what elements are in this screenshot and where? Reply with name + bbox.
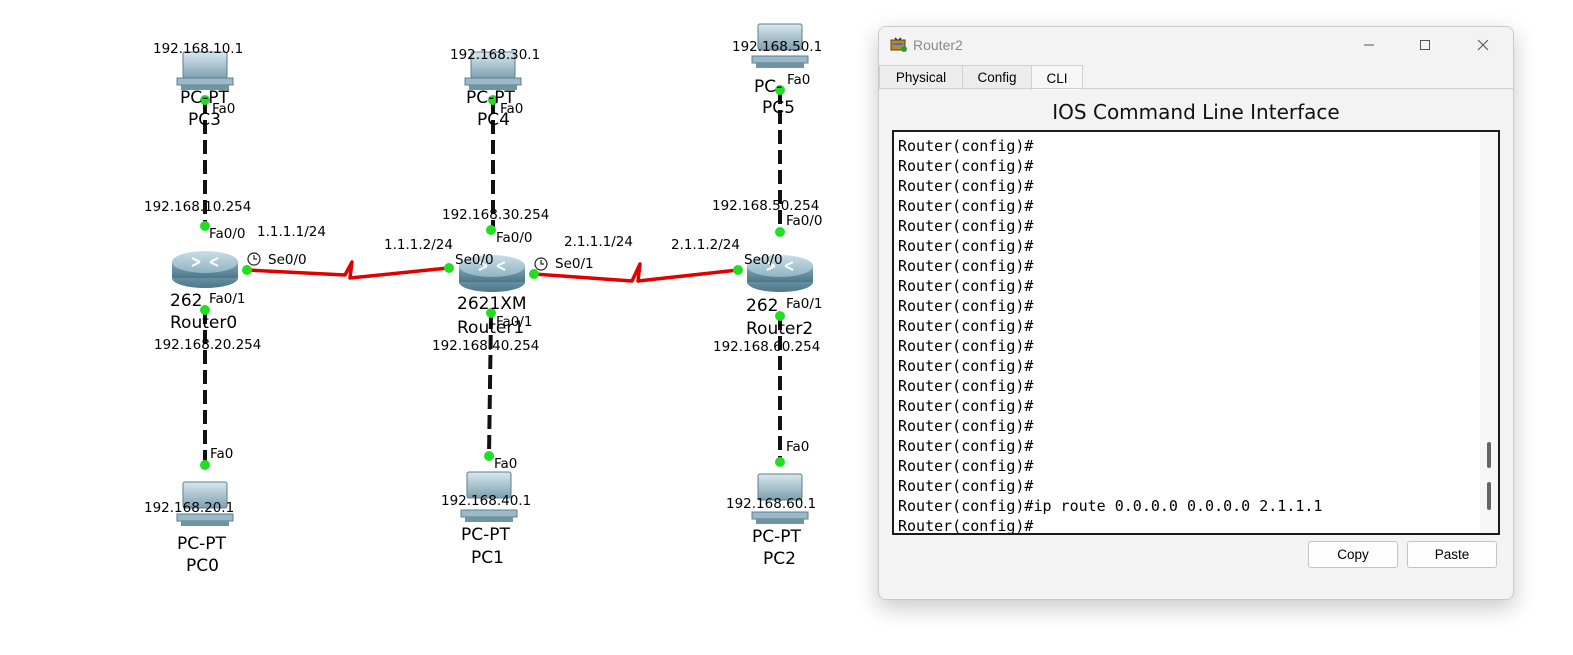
router1-gateway-bottom-label: 192.168.40.254 bbox=[432, 338, 540, 354]
tab-physical[interactable]: Physical bbox=[879, 65, 963, 89]
port-up-indicator bbox=[484, 451, 494, 461]
scrollbar-thumb[interactable] bbox=[1487, 482, 1491, 510]
pc0-type-label: PC-PT bbox=[177, 534, 226, 554]
pc0-name-label: PC0 bbox=[186, 556, 219, 576]
port-label: Fa0 bbox=[500, 101, 524, 117]
tab-divider bbox=[879, 88, 1513, 89]
topology-canvas[interactable]: 192.168.10.1 192.168.30.1 192.168.50.1 1… bbox=[0, 0, 870, 655]
router1-gateway-top-label: 192.168.30.254 bbox=[442, 207, 550, 223]
port-up-indicator bbox=[775, 457, 785, 467]
pc1-ip-label: 192.168.40.1 bbox=[441, 493, 532, 509]
close-button[interactable] bbox=[1460, 27, 1506, 63]
router1-serial-right-ip-label: 2.1.1.1/24 bbox=[564, 234, 633, 250]
port-label: Se0/0 bbox=[744, 252, 783, 268]
maximize-button[interactable] bbox=[1402, 27, 1448, 63]
pc4-ip-label: 192.168.30.1 bbox=[450, 47, 541, 63]
title-bar[interactable]: Router2 bbox=[879, 27, 1513, 63]
tab-config[interactable]: Config bbox=[962, 65, 1032, 89]
router2-serial-ip-label: 2.1.1.2/24 bbox=[671, 237, 740, 253]
pc0-ip-label: 192.168.20.1 bbox=[144, 500, 235, 516]
port-label: Fa0 bbox=[787, 72, 811, 88]
port-label: Fa0 bbox=[786, 439, 810, 455]
paste-button[interactable]: Paste bbox=[1407, 541, 1497, 568]
console-output[interactable]: Router(config)# Router(config)# Router(c… bbox=[898, 136, 1478, 533]
maximize-icon bbox=[1420, 40, 1430, 50]
console-scrollbar[interactable] bbox=[1480, 132, 1498, 533]
port-label: Se0/0 bbox=[268, 252, 307, 268]
cli-heading: IOS Command Line Interface bbox=[1052, 100, 1340, 124]
router0-gateway-bottom-label: 192.168.20.254 bbox=[154, 337, 262, 353]
pc5-type-label: PC- bbox=[754, 77, 783, 97]
port-up-indicator bbox=[486, 225, 496, 235]
pc1-name-label: PC1 bbox=[471, 548, 504, 568]
port-label: Fa0/0 bbox=[786, 213, 823, 229]
pc2-ip-label: 192.168.60.1 bbox=[726, 496, 817, 512]
port-label: Fa0 bbox=[212, 101, 236, 117]
router0-name-label: Router0 bbox=[170, 313, 238, 333]
port-up-indicator bbox=[733, 265, 743, 275]
port-label: Fa0/0 bbox=[496, 230, 533, 246]
port-up-indicator bbox=[444, 263, 454, 273]
tab-cli[interactable]: CLI bbox=[1031, 65, 1083, 90]
close-icon bbox=[1477, 39, 1489, 51]
port-up-indicator bbox=[529, 269, 539, 279]
tab-strip: Physical Config CLI bbox=[879, 65, 1513, 90]
port-label: Fa0 bbox=[210, 446, 234, 462]
port-label: Fa0/1 bbox=[496, 314, 533, 330]
pc3-ip-label: 192.168.10.1 bbox=[153, 41, 244, 57]
clock-icon bbox=[247, 252, 261, 266]
router0-icon bbox=[172, 251, 238, 288]
router2-dialog[interactable]: Router2 Physical Config CLI IOS Command … bbox=[878, 26, 1514, 600]
topology-links bbox=[172, 23, 813, 526]
router0-model-label: 262 bbox=[170, 291, 203, 311]
pc5-ip-label: 192.168.50.1 bbox=[732, 39, 823, 55]
port-up-indicator bbox=[242, 265, 252, 275]
port-label: Fa0/0 bbox=[209, 226, 246, 242]
router2-model-label: 262 bbox=[746, 296, 779, 316]
scrollbar-thumb[interactable] bbox=[1487, 442, 1491, 468]
port-label: Se0/0 bbox=[455, 252, 494, 268]
router2-name-label: Router2 bbox=[746, 319, 814, 339]
pc2-name-label: PC2 bbox=[763, 549, 796, 569]
minimize-icon bbox=[1364, 44, 1374, 46]
port-label: Fa0/1 bbox=[786, 296, 823, 312]
router1-model-label: 2621XM bbox=[457, 294, 527, 314]
pc3-icon bbox=[176, 51, 234, 90]
router1-serial-left-ip-label: 1.1.1.2/24 bbox=[384, 237, 453, 253]
router2-gateway-bottom-label: 192.168.60.254 bbox=[713, 339, 821, 355]
port-label: Fa0/1 bbox=[209, 291, 246, 307]
router-app-icon bbox=[890, 37, 907, 52]
router2-gateway-top-label: 192.168.50.254 bbox=[712, 198, 820, 214]
router0-gateway-top-label: 192.168.10.254 bbox=[144, 199, 252, 215]
port-label: Fa0 bbox=[494, 456, 518, 472]
copy-button[interactable]: Copy bbox=[1308, 541, 1398, 568]
pc2-type-label: PC-PT bbox=[752, 527, 801, 547]
cli-console[interactable]: Router(config)# Router(config)# Router(c… bbox=[892, 130, 1500, 535]
pc5-name-label: PC5 bbox=[762, 98, 795, 118]
clock-icon bbox=[534, 257, 548, 271]
port-up-indicator bbox=[775, 227, 785, 237]
port-up-indicator bbox=[200, 460, 210, 470]
port-label: Se0/1 bbox=[555, 256, 594, 272]
window-title: Router2 bbox=[913, 37, 963, 53]
minimize-button[interactable] bbox=[1346, 27, 1392, 63]
router0-serial-ip-label: 1.1.1.1/24 bbox=[257, 224, 326, 240]
pc1-type-label: PC-PT bbox=[461, 525, 510, 545]
